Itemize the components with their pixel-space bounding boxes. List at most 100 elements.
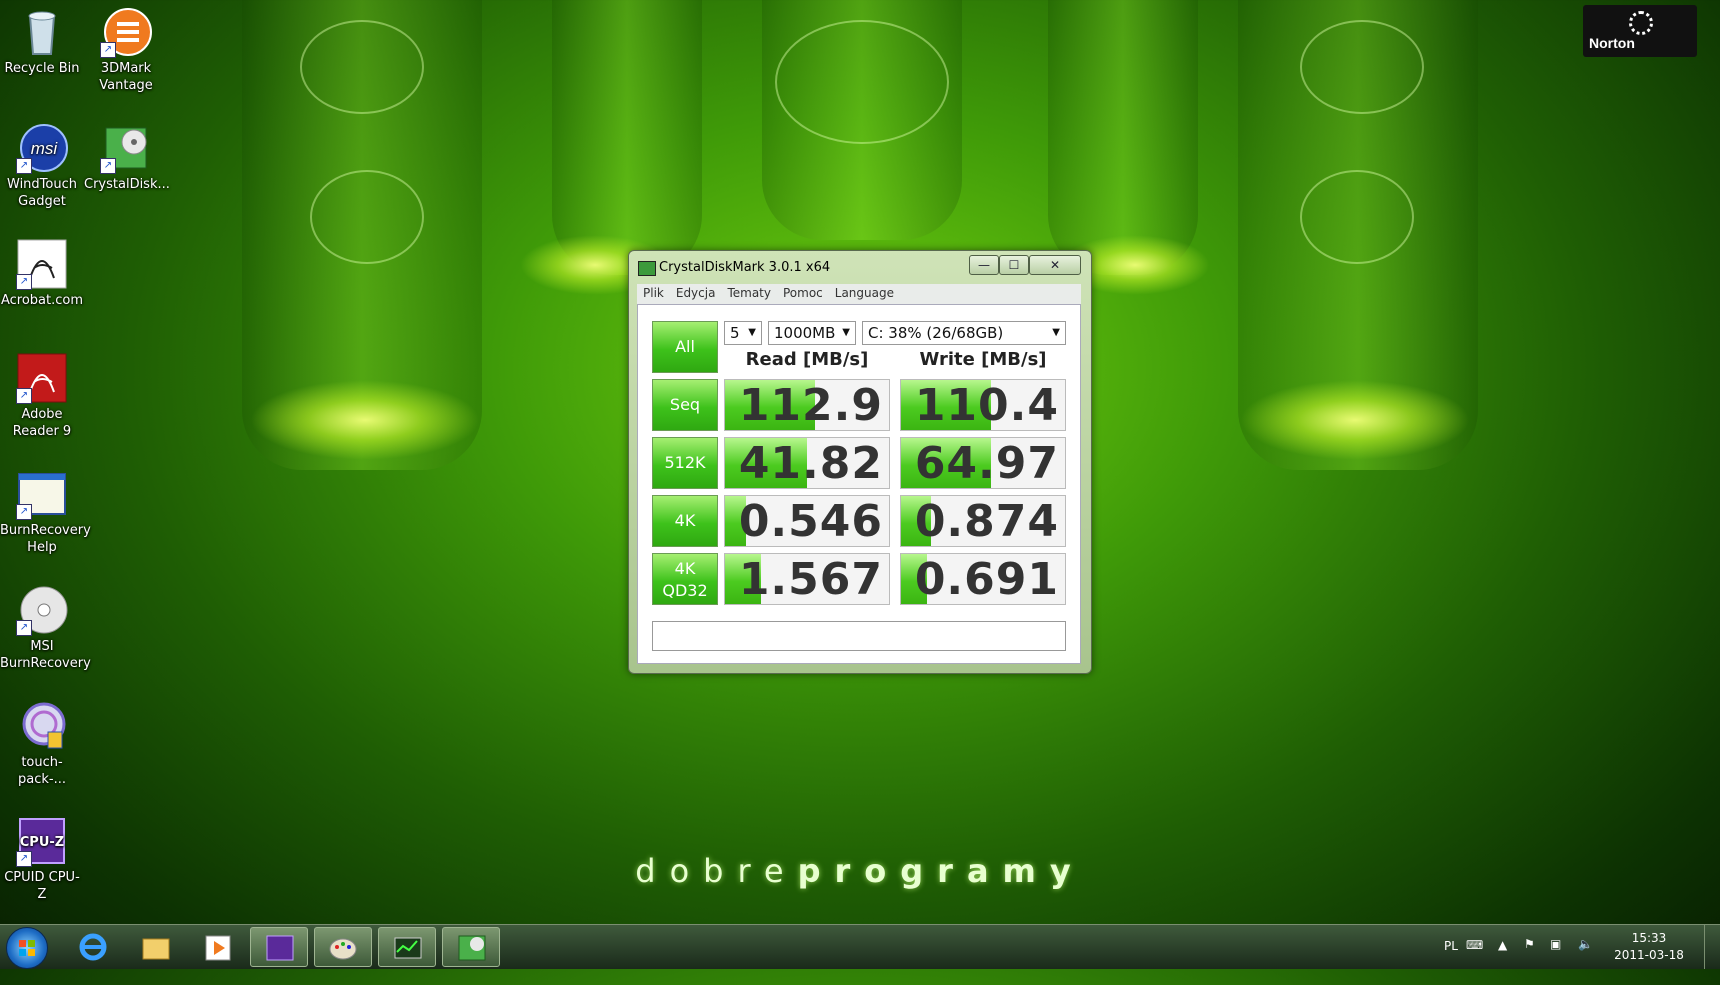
background-glow bbox=[1240, 380, 1470, 460]
folder-icon bbox=[142, 938, 170, 960]
4k-test-button[interactable]: 4K bbox=[652, 495, 718, 547]
desktop-icon-3dmark[interactable]: ↗ 3DMark Vantage bbox=[84, 6, 168, 94]
desktop-icon-recycle-bin[interactable]: Recycle Bin bbox=[0, 6, 84, 77]
show-desktop-button[interactable] bbox=[1704, 925, 1719, 969]
start-button[interactable] bbox=[6, 927, 48, 969]
minimize-button[interactable]: — bbox=[969, 255, 999, 275]
desktop-icon-crystaldisk[interactable]: ↗ CrystalDisk... bbox=[84, 122, 170, 193]
windows-logo-icon bbox=[19, 940, 35, 956]
seq-read-result: 112.9 bbox=[724, 379, 890, 431]
menu-tematy[interactable]: Tematy bbox=[721, 284, 777, 302]
show-hidden-icons-icon[interactable]: ▲ bbox=[1498, 938, 1507, 952]
language-indicator[interactable]: PL bbox=[1444, 939, 1458, 953]
adobe-reader-icon: ↗ bbox=[16, 352, 68, 404]
menu-edycja[interactable]: Edycja bbox=[670, 284, 722, 302]
background-helix bbox=[1300, 20, 1424, 114]
chevron-down-icon: ▼ bbox=[748, 327, 756, 338]
crystaldiskmark-window[interactable]: CrystalDiskMark 3.0.1 x64 — ☐ ✕ Plik Edyc… bbox=[628, 250, 1092, 674]
4k-qd32-write-result: 0.691 bbox=[900, 553, 1066, 605]
desktop-icon-msi-burnrecovery[interactable]: ↗ MSI BurnRecovery bbox=[0, 584, 91, 672]
background-helix bbox=[300, 20, 424, 114]
taskbar-crystaldiskmark[interactable] bbox=[442, 927, 500, 967]
taskbar: PL ⌨ ▲ ⚑ ▣ 🔈 15:33 2011-03-18 bbox=[0, 924, 1720, 969]
media-player-icon bbox=[205, 935, 231, 961]
background-pillar bbox=[552, 0, 702, 275]
svg-text:msi: msi bbox=[31, 139, 59, 158]
menu-bar: Plik Edycja Tematy Pomoc Language bbox=[637, 284, 1081, 304]
norton-label: Norton bbox=[1589, 35, 1635, 51]
512k-write-result: 64.97 bbox=[900, 437, 1066, 489]
desktop-icon-adobe-reader[interactable]: ↗ Adobe Reader 9 bbox=[0, 352, 84, 440]
menu-language[interactable]: Language bbox=[829, 284, 900, 302]
taskbar-media-player[interactable] bbox=[188, 927, 246, 967]
disc-icon: ↗ bbox=[16, 584, 68, 636]
background-glow bbox=[250, 380, 480, 460]
4k-write-result: 0.874 bbox=[900, 495, 1066, 547]
menu-pomoc[interactable]: Pomoc bbox=[777, 284, 829, 302]
taskbar-internet-explorer[interactable] bbox=[64, 927, 122, 967]
shortcut-arrow-icon: ↗ bbox=[16, 388, 32, 404]
read-header: Read [MB/s] bbox=[745, 349, 869, 370]
desktop-icon-burnrecovery-help[interactable]: ↗ BurnRecovery Help bbox=[0, 468, 91, 556]
cpuz-icon bbox=[266, 935, 294, 961]
taskbar-paint[interactable] bbox=[314, 927, 372, 967]
4k-read-result: 0.546 bbox=[724, 495, 890, 547]
shortcut-arrow-icon: ↗ bbox=[100, 158, 116, 174]
count-select[interactable]: 5 ▼ bbox=[724, 321, 762, 345]
close-button[interactable]: ✕ bbox=[1029, 255, 1081, 275]
menu-plik[interactable]: Plik bbox=[637, 284, 670, 302]
app-icon bbox=[638, 261, 656, 276]
wallpaper-brand: dobreprogramy bbox=[635, 852, 1085, 890]
task-manager-icon bbox=[394, 937, 422, 959]
512k-read-result: 41.82 bbox=[724, 437, 890, 489]
benchmark-panel: All 5 ▼ 1000MB ▼ C: 38% (26/68GB) ▼ Read [M… bbox=[637, 304, 1081, 664]
window-title: CrystalDiskMark 3.0.1 x64 bbox=[659, 260, 831, 275]
touch-pack-icon bbox=[16, 700, 68, 752]
norton-gadget[interactable]: Norton bbox=[1583, 5, 1697, 57]
desktop-icon-windtouch-gadget[interactable]: msi ↗ WindTouch Gadget bbox=[0, 122, 84, 210]
4k-qd32-test-button[interactable]: 4K QD32 bbox=[652, 553, 718, 605]
shortcut-arrow-icon: ↗ bbox=[100, 42, 116, 58]
shortcut-arrow-icon: ↗ bbox=[16, 274, 32, 290]
chevron-down-icon: ▼ bbox=[1052, 327, 1060, 338]
background-helix bbox=[310, 170, 424, 264]
all-button[interactable]: All bbox=[652, 321, 718, 373]
shortcut-arrow-icon: ↗ bbox=[16, 620, 32, 636]
norton-logo-icon bbox=[1629, 11, 1653, 35]
shortcut-arrow-icon: ↗ bbox=[16, 504, 32, 520]
volume-icon[interactable]: 🔈 bbox=[1578, 937, 1593, 951]
crystaldisk-icon: ↗ bbox=[100, 122, 152, 174]
512k-test-button[interactable]: 512K bbox=[652, 437, 718, 489]
write-header: Write [MB/s] bbox=[919, 349, 1047, 370]
internet-explorer-icon bbox=[79, 933, 107, 961]
shortcut-arrow-icon: ↗ bbox=[16, 851, 32, 867]
svg-text:CPU-Z: CPU-Z bbox=[20, 835, 64, 850]
desktop-icon-cpuz[interactable]: CPU-Z ↗ CPUID CPU-Z bbox=[0, 815, 84, 903]
network-icon[interactable]: ▣ bbox=[1550, 937, 1561, 951]
msi-icon: msi ↗ bbox=[16, 122, 68, 174]
desktop-icon-acrobat-com[interactable]: ↗ Acrobat.com bbox=[0, 238, 84, 309]
seq-write-result: 110.4 bbox=[900, 379, 1066, 431]
taskbar-task-manager[interactable] bbox=[378, 927, 436, 967]
background-pillar bbox=[1048, 0, 1198, 275]
background-helix bbox=[1300, 170, 1414, 264]
help-window-icon: ↗ bbox=[16, 468, 68, 520]
keyboard-icon[interactable]: ⌨ bbox=[1466, 938, 1483, 952]
size-select[interactable]: 1000MB ▼ bbox=[768, 321, 856, 345]
4k-qd32-read-result: 1.567 bbox=[724, 553, 890, 605]
clock[interactable]: 15:33 2011-03-18 bbox=[1614, 930, 1684, 964]
action-center-flag-icon[interactable]: ⚑ bbox=[1524, 937, 1535, 951]
maximize-button[interactable]: ☐ bbox=[999, 255, 1029, 275]
drive-select[interactable]: C: 38% (26/68GB) ▼ bbox=[862, 321, 1066, 345]
desktop-icon-touch-pack[interactable]: touch-pack-... bbox=[0, 700, 84, 788]
seq-test-button[interactable]: Seq bbox=[652, 379, 718, 431]
taskbar-windows-explorer[interactable] bbox=[126, 927, 184, 967]
crystaldisk-icon bbox=[458, 935, 486, 961]
recycle-bin-icon bbox=[16, 6, 68, 58]
acrobat-icon: ↗ bbox=[16, 238, 68, 290]
comment-field[interactable] bbox=[652, 621, 1066, 651]
background-helix bbox=[775, 20, 949, 144]
shortcut-arrow-icon: ↗ bbox=[16, 158, 32, 174]
cpuz-icon: CPU-Z ↗ bbox=[16, 815, 68, 867]
taskbar-cpuz[interactable] bbox=[250, 927, 308, 967]
